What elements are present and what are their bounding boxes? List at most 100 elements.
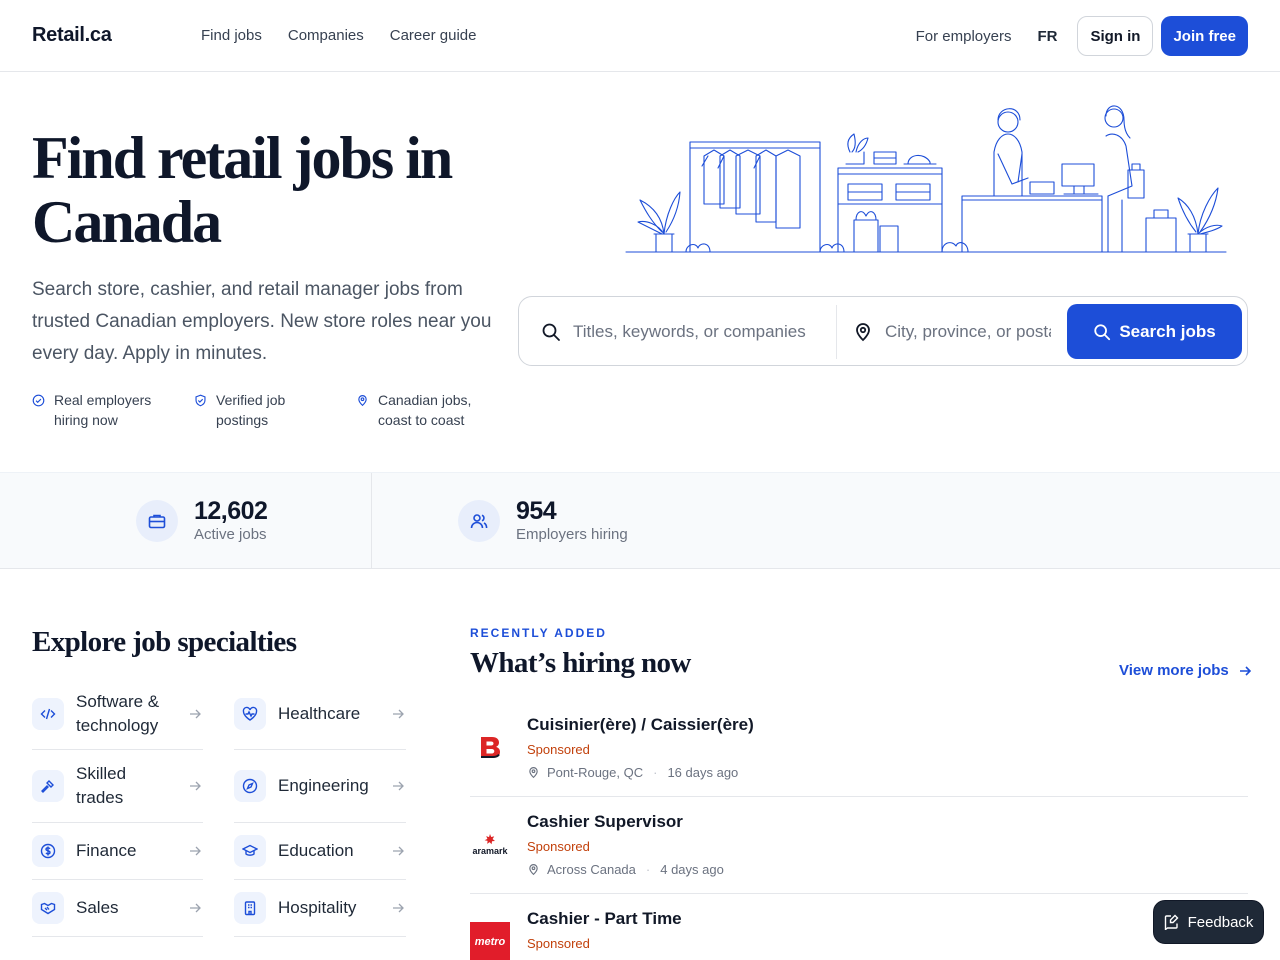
main-nav: Find jobs Companies Career guide (201, 27, 476, 44)
sponsored-label: Sponsored (527, 742, 590, 757)
feedback-label: Feedback (1187, 913, 1254, 931)
job-card[interactable]: aramark Cashier Supervisor Sponsored Acr… (470, 797, 1248, 894)
check-circle-icon (32, 394, 45, 407)
hero-title: Find retail jobs in Canada (32, 125, 453, 255)
job-location: Across Canada (547, 862, 636, 877)
site-logo[interactable]: Retail.ca (32, 24, 112, 47)
arrow-right-icon (190, 781, 201, 791)
users-icon (458, 500, 500, 542)
stat-value: 12,602 (194, 497, 268, 525)
feedback-button[interactable]: Feedback (1153, 900, 1264, 944)
job-list: Cuisinier(ère) / Caissier(ère) Sponsored… (470, 700, 1248, 960)
specialty-hospitality[interactable]: Hospitality (234, 880, 406, 937)
arrow-right-icon (1239, 665, 1251, 676)
specialty-label: Engineering (278, 776, 369, 795)
location-pin-icon (856, 323, 870, 342)
specialty-label: Skilled trades (76, 764, 127, 807)
hero-subtitle: Search store, cashier, and retail manage… (32, 279, 492, 364)
meta-separator: · (653, 765, 658, 780)
code-icon (32, 697, 64, 730)
specialties-grid: Software & technology Healthcare Skilled… (32, 678, 406, 937)
search-divider (836, 305, 837, 359)
search-jobs-button[interactable]: Search jobs (1067, 304, 1242, 359)
specialty-label: Software & technology (76, 691, 160, 735)
trust-label: Canadian jobs, coast to coast (378, 392, 472, 428)
company-logo: metro (470, 922, 510, 960)
compass-icon (234, 770, 266, 802)
search-button-label: Search jobs (1119, 321, 1216, 341)
shield-check-icon (195, 394, 206, 407)
specialty-software[interactable]: Software & technology (32, 678, 203, 750)
stat-employers: 954 Employers hiring (458, 473, 628, 569)
specialty-label: Education (278, 841, 354, 860)
job-title[interactable]: Cashier Supervisor (527, 812, 683, 832)
location-input[interactable] (885, 317, 1051, 347)
trust-label: Real employers hiring now (54, 392, 152, 428)
specialty-engineering[interactable]: Engineering (234, 750, 406, 823)
arrow-right-icon (393, 846, 404, 856)
job-card[interactable]: metro Cashier - Part Time Sponsored (470, 894, 1248, 960)
hammer-icon (32, 770, 64, 802)
header-actions: For employers FR Sign in Join free (916, 16, 1248, 56)
view-more-label: View more jobs (1119, 662, 1229, 679)
search-icon (1094, 323, 1111, 340)
nav-find-jobs[interactable]: Find jobs (201, 27, 262, 44)
specialty-label: Finance (76, 841, 137, 860)
view-more-jobs-link[interactable]: View more jobs (1119, 662, 1251, 679)
svg-text:aramark: aramark (472, 846, 508, 856)
trust-item: Verified job postings (194, 390, 330, 430)
nav-companies[interactable]: Companies (288, 27, 364, 44)
specialty-finance[interactable]: Finance (32, 823, 203, 880)
search-icon (542, 323, 560, 341)
specialty-sales[interactable]: Sales (32, 880, 203, 937)
sponsored-label: Sponsored (527, 936, 590, 951)
briefcase-icon (136, 500, 178, 542)
retail-store-illustration (625, 105, 1227, 253)
arrow-right-icon (393, 781, 404, 791)
join-free-button[interactable]: Join free (1161, 16, 1248, 56)
chat-edit-icon (1164, 914, 1179, 930)
sign-in-button[interactable]: Sign in (1077, 16, 1154, 56)
graduation-cap-icon (234, 835, 266, 867)
stat-divider (371, 473, 372, 569)
arrow-right-icon (393, 903, 404, 913)
recent-eyebrow: RECENTLY ADDED (470, 626, 607, 640)
site-header: Retail.ca Find jobs Companies Career gui… (0, 0, 1280, 72)
job-location: Pont-Rouge, QC (547, 765, 644, 780)
stat-value: 954 (516, 497, 557, 525)
specialties-title: Explore job specialties (32, 626, 297, 658)
dollar-circle-icon (32, 835, 64, 867)
language-toggle[interactable]: FR (1037, 28, 1057, 45)
job-card[interactable]: Cuisinier(ère) / Caissier(ère) Sponsored… (470, 700, 1248, 797)
stat-active-jobs: 12,602 Active jobs (136, 473, 268, 569)
arrow-right-icon (393, 709, 404, 718)
job-meta: Across Canada · 4 days ago (527, 862, 724, 877)
arrow-right-icon (190, 846, 201, 856)
stats-bar: 12,602 Active jobs 954 Employers hiring (0, 472, 1280, 569)
job-age: 4 days ago (660, 862, 724, 877)
trust-item: Canadian jobs, coast to coast (356, 390, 496, 430)
job-title[interactable]: Cashier - Part Time (527, 909, 682, 929)
keyword-input[interactable] (573, 317, 831, 347)
job-title[interactable]: Cuisinier(ère) / Caissier(ère) (527, 715, 754, 735)
job-age: 16 days ago (667, 765, 739, 780)
company-logo (470, 728, 510, 768)
nav-career-guide[interactable]: Career guide (390, 27, 477, 44)
map-pin-icon (358, 395, 367, 407)
trust-label: Verified job postings (216, 392, 286, 428)
trust-points: Real employers hiring now Verified job p… (32, 390, 496, 430)
heart-pulse-icon (234, 697, 266, 730)
for-employers-link[interactable]: For employers (916, 28, 1012, 45)
building-icon (234, 892, 266, 924)
specialty-skilled-trades[interactable]: Skilled trades (32, 750, 203, 823)
specialty-education[interactable]: Education (234, 823, 406, 880)
specialty-label: Healthcare (278, 703, 361, 723)
map-pin-icon (529, 767, 538, 779)
stat-label: Active jobs (194, 526, 267, 543)
arrow-right-icon (190, 709, 201, 718)
handshake-icon (32, 892, 64, 924)
specialty-label: Sales (76, 898, 119, 917)
map-pin-icon (529, 864, 538, 876)
specialty-healthcare[interactable]: Healthcare (234, 678, 406, 750)
meta-separator: · (645, 862, 651, 877)
